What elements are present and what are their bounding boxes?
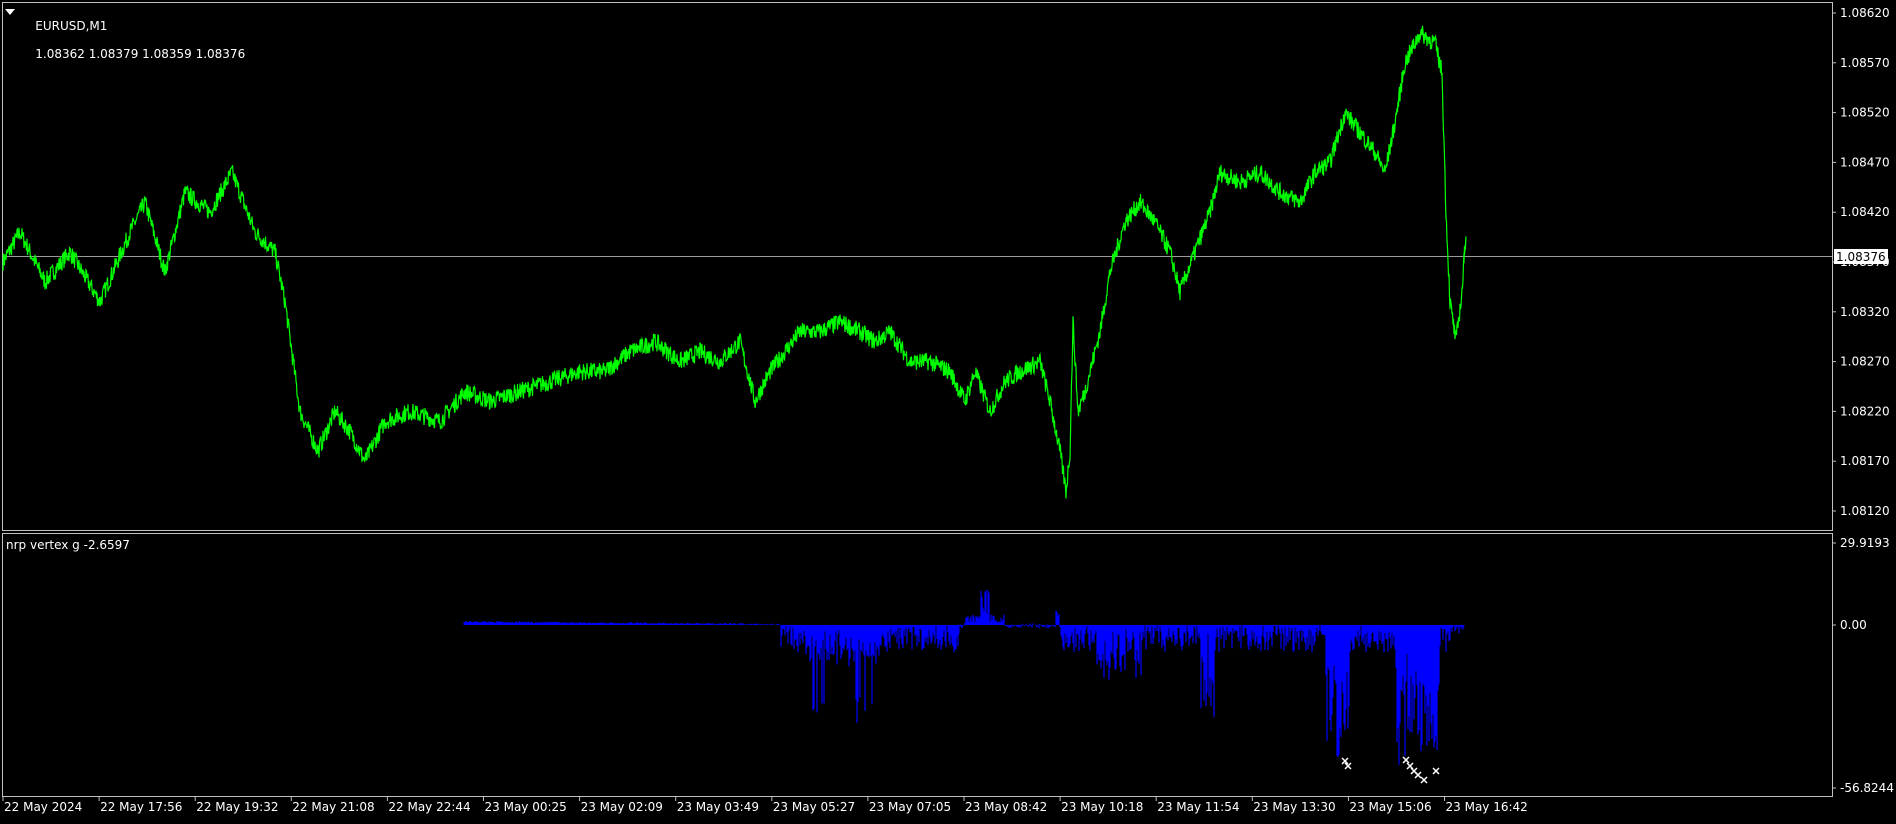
time-axis-label: 23 May 13:30: [1253, 800, 1335, 814]
signal-x-marker: [1432, 767, 1440, 775]
chart-window[interactable]: 1.08620 1.08570 1.08520 1.08470 1.08420 1.083…: [0, 0, 1896, 820]
indicator-label: nrp vertex g -2.6597: [6, 538, 130, 552]
time-axis[interactable]: 22 May 2024 22 May 17:56 22 May 19:32 22 Ma…: [2, 797, 1528, 814]
indicator-scale-label: -56.8244: [1840, 781, 1894, 795]
time-axis-label: 23 May 00:25: [485, 800, 567, 814]
price-scale-label: 1.08170: [1840, 454, 1890, 468]
indicator-histogram: [463, 590, 1465, 765]
time-axis-label: 22 May 21:08: [292, 800, 374, 814]
price-scale-label: 1.08470: [1840, 155, 1890, 169]
signal-x-marker: [1402, 756, 1410, 764]
time-axis-label: 23 May 08:42: [965, 800, 1047, 814]
time-axis-label: 22 May 17:56: [100, 800, 182, 814]
indicator-markers: [1341, 756, 1440, 784]
time-axis-label: 22 May 22:44: [388, 800, 470, 814]
price-scale-label: 1.08420: [1840, 205, 1890, 219]
price-line-series: [2, 25, 1467, 499]
indicator-bars: [463, 590, 1465, 765]
current-price-label: 1.08376: [1836, 250, 1886, 264]
indicator-scale-label: 29.9193: [1840, 536, 1890, 550]
price-scale-label: 1.08520: [1840, 106, 1890, 120]
indicator-scale[interactable]: 29.9193 0.00 -56.8244: [1832, 536, 1894, 795]
price-scale-label: 1.08620: [1840, 6, 1890, 20]
signal-x-marker: [1414, 771, 1422, 779]
time-axis-label: 22 May 2024: [4, 800, 82, 814]
symbol-label: EURUSD,M1: [35, 19, 108, 33]
price-scale-label: 1.08270: [1840, 355, 1890, 369]
time-axis-label: 23 May 11:54: [1157, 800, 1239, 814]
time-axis-label: 23 May 05:27: [773, 800, 855, 814]
indicator-scale-label: 0.00: [1840, 618, 1867, 632]
price-line: [2, 25, 1467, 499]
ohlc-values: 1.08362 1.08379 1.08359 1.08376: [35, 47, 246, 61]
signal-x-marker: [1420, 776, 1428, 784]
time-axis-label: 23 May 03:49: [677, 800, 759, 814]
time-axis-label: 23 May 10:18: [1061, 800, 1143, 814]
chart-menu-chevron-down-icon[interactable]: [4, 6, 16, 18]
symbol-header: EURUSD,M1 1.08362 1.08379 1.08359 1.0837…: [20, 5, 245, 75]
time-axis-label: 23 May 16:42: [1446, 800, 1528, 814]
indicator-panel-frame: [2, 533, 1833, 797]
chart-canvas[interactable]: 1.08620 1.08570 1.08520 1.08470 1.08420 1.083…: [0, 0, 1896, 820]
time-axis-label: 22 May 19:32: [196, 800, 278, 814]
price-scale-label: 1.08220: [1840, 404, 1890, 418]
price-scale-label: 1.08320: [1840, 305, 1890, 319]
price-scale-label: 1.08570: [1840, 56, 1890, 70]
time-axis-label: 23 May 02:09: [581, 800, 663, 814]
price-scale-label: 1.08120: [1840, 504, 1890, 518]
time-axis-label: 23 May 15:06: [1349, 800, 1431, 814]
time-axis-label: 23 May 07:05: [869, 800, 951, 814]
